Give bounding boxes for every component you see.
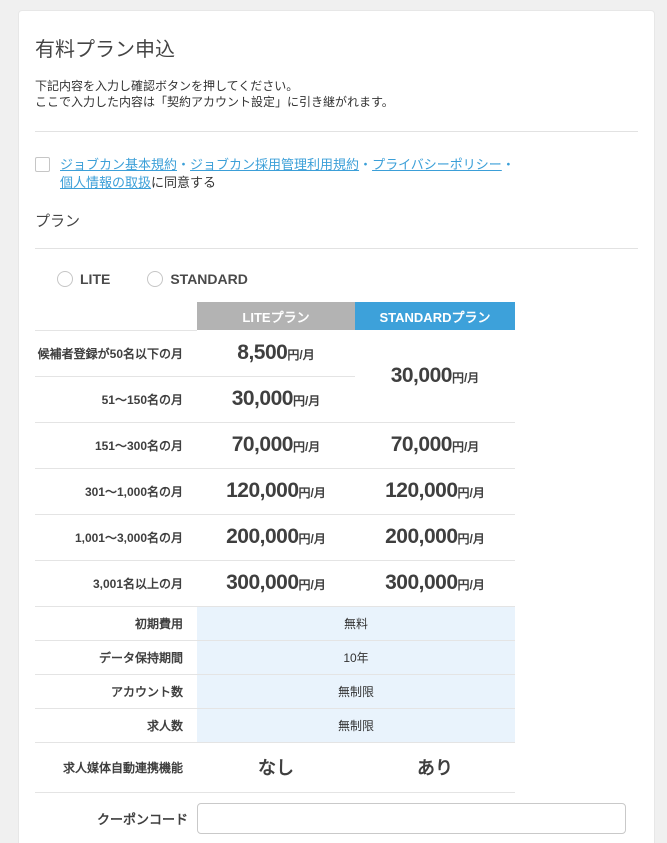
row-label: 51〜150名の月 [35,376,197,423]
row-label: アカウント数 [35,674,197,709]
coupon-input[interactable] [197,802,626,834]
plan-section-heading: プラン [35,213,81,230]
link-separator: ・ [177,157,191,172]
row-label: データ保持期間 [35,640,197,675]
row-label: 初期費用 [35,606,197,641]
row-label: 求人媒体自動連携機能 [35,742,197,793]
agreement-checkbox[interactable] [35,157,50,172]
coupon-label: クーポンコード [96,811,188,827]
table-row: アカウント数 無制限 [35,674,515,709]
empty-header-cell [35,302,197,331]
table-row: 3,001名以上の月 300,000円/月 300,000円/月 [35,560,515,607]
page-title: 有料プラン申込 [35,39,175,61]
radio-lite-icon[interactable] [57,271,73,287]
table-row: データ保持期間 10年 [35,640,515,675]
table-row: 候補者登録が50名以下の月 8,500円/月 30,000円/月 [35,330,515,423]
divider [35,131,638,132]
lite-feature-cell: なし [197,742,355,793]
agreement-text: ジョブカン基本規約・ジョブカン採用管理利用規約・プライバシーポリシー・ 個人情報… [60,156,515,192]
description-line-2: ここで入力した内容は「契約アカウント設定」に引き継がれます。 [35,95,394,109]
row-label: 求人数 [35,708,197,743]
lite-price-cell: 30,000円/月 [197,376,355,423]
standard-price-cell: 120,000円/月 [355,468,515,515]
pricing-table: LITEプラン STANDARDプラン 候補者登録が50名以下の月 8,500円… [35,302,515,793]
radio-standard-label: STANDARD [170,271,248,287]
description-line-1: 下記内容を入力し確認ボタンを押してください。 [35,79,299,93]
lite-price-cell: 120,000円/月 [197,468,355,515]
standard-feature-cell: あり [355,742,515,793]
radio-standard-icon[interactable] [147,271,164,287]
plan-application-card: 有料プラン申込 下記内容を入力し確認ボタンを押してください。 ここで入力した内容… [18,10,655,843]
row-label: 1,001〜3,000名の月 [35,514,197,561]
lite-price-cell: 300,000円/月 [197,560,355,607]
info-value-cell: 無料 [197,606,515,641]
link-jobcan-recruitment-terms[interactable]: ジョブカン採用管理利用規約 [190,157,359,172]
row-label: 候補者登録が50名以下の月 [35,330,197,377]
pricing-table-header-row: LITEプラン STANDARDプラン [35,302,515,331]
info-value-cell: 無制限 [197,708,515,743]
lite-plan-header: LITEプラン [197,302,355,330]
link-separator: ・ [359,157,373,172]
link-jobcan-basic-terms[interactable]: ジョブカン基本規約 [60,157,177,172]
radio-lite-label: LITE [80,271,111,287]
table-row: 301〜1,000名の月 120,000円/月 120,000円/月 [35,468,515,515]
table-row: 求人数 無制限 [35,708,515,743]
lite-price-cell: 8,500円/月 [197,330,355,377]
plan-radio-group: LITE STANDARD [35,271,638,287]
coupon-row: クーポンコード [35,802,638,834]
row-label: 151〜300名の月 [35,422,197,469]
radio-option-standard[interactable]: STANDARD [147,271,248,287]
table-row: 求人媒体自動連携機能 なし あり [35,742,515,793]
row-label: 3,001名以上の月 [35,560,197,607]
table-row: 151〜300名の月 70,000円/月 70,000円/月 [35,422,515,469]
divider [35,248,638,249]
standard-price-cell: 200,000円/月 [355,514,515,561]
table-row: 初期費用 無料 [35,606,515,641]
link-personal-info-handling[interactable]: 個人情報の取扱 [60,175,151,190]
agreement-suffix: に同意する [151,175,217,190]
standard-price-cell: 70,000円/月 [355,422,515,469]
info-value-cell: 10年 [197,640,515,675]
standard-price-cell: 300,000円/月 [355,560,515,607]
page-description: 下記内容を入力し確認ボタンを押してください。 ここで入力した内容は「契約アカウン… [35,78,638,110]
row-label: 301〜1,000名の月 [35,468,197,515]
agreement-section: ジョブカン基本規約・ジョブカン採用管理利用規約・プライバシーポリシー・ 個人情報… [35,156,638,192]
lite-price-cell: 200,000円/月 [197,514,355,561]
info-value-cell: 無制限 [197,674,515,709]
standard-price-cell-merged: 30,000円/月 [355,330,515,423]
table-row: 1,001〜3,000名の月 200,000円/月 200,000円/月 [35,514,515,561]
link-separator: ・ [501,157,515,172]
standard-plan-header: STANDARDプラン [355,302,515,330]
link-privacy-policy[interactable]: プライバシーポリシー [372,157,502,172]
lite-price-cell: 70,000円/月 [197,422,355,469]
radio-option-lite[interactable]: LITE [57,271,110,287]
